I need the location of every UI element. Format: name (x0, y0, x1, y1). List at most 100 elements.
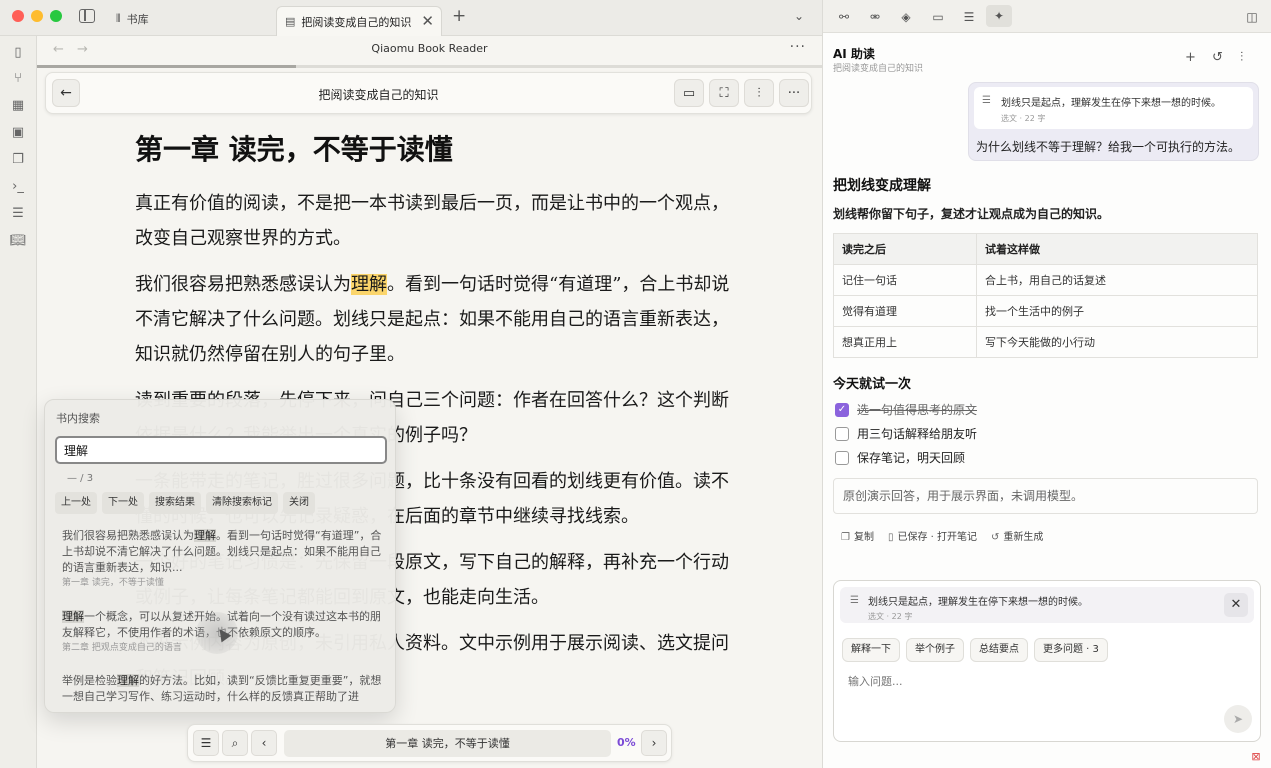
tab-close-icon[interactable]: ✕ (421, 13, 434, 29)
link-icon[interactable]: ⚯ (835, 8, 853, 26)
list-icon[interactable]: ☰ (10, 205, 26, 221)
quote-text: 划线只是起点，理解发生在停下来想一想的时候。 (1001, 98, 1221, 109)
table-cell: 合上书，用自己的话复述 (976, 264, 1258, 296)
refresh-icon: ↺ (991, 532, 1000, 543)
list-icon[interactable]: ☰ (960, 8, 978, 26)
document-icon[interactable]: ▯ (10, 44, 26, 60)
copy-button[interactable]: ❐ 复制 (841, 528, 874, 543)
remove-quote-button[interactable]: ✕ (1224, 593, 1248, 617)
ai-panel-title: AI 助读 (833, 47, 875, 61)
open-note-button[interactable]: ▯ 已保存 · 打开笔记 (888, 528, 977, 543)
copy-icon[interactable]: ❐ (10, 151, 26, 167)
close-window-button[interactable] (12, 10, 24, 22)
result-text: 举例是检验 (62, 674, 117, 687)
error-badge-icon[interactable]: ⊠ (1247, 750, 1265, 764)
more-options-icon[interactable]: ··· (779, 79, 809, 107)
chat-composer: ☰ 划线只是起点，理解发生在停下来想一想的时候。 选文 · 22 字 ✕ 解释一… (833, 580, 1261, 742)
quote-icon: ☰ (850, 595, 859, 606)
search-highlight[interactable]: 理解 (351, 274, 387, 295)
result-hit: 理解 (194, 529, 216, 542)
current-chapter[interactable]: 第一章 读完，不等于读懂 (284, 730, 611, 757)
answer-table: 读完之后 试着这样做 记住一句话 合上书，用自己的话复述 觉得有道理 找一个生活… (833, 233, 1258, 358)
question-input[interactable] (848, 675, 1208, 688)
result-hit: 理解 (117, 674, 139, 687)
close-search-button[interactable]: 关闭 (283, 492, 315, 514)
open-book-icon[interactable]: 📖︎ (10, 232, 27, 248)
checkbox[interactable] (835, 426, 849, 441)
search-result-item[interactable]: 举例是检验理解的好方法。比如，读到“反馈比重复更重要”，就想一想自己学习写作、练… (62, 673, 382, 705)
saved-label: 已保存 · 打开笔记 (897, 532, 978, 543)
search-icon[interactable]: ⌕ (222, 730, 248, 756)
answer-lead: 划线帮你留下句子，复述才让观点成为自己的知识。 (833, 207, 1110, 221)
clear-search-marks-button[interactable]: 清除搜索标记 (206, 492, 278, 514)
calendar-icon[interactable]: ▣ (10, 124, 26, 140)
search-prev-button[interactable]: 上一处 (55, 492, 97, 514)
unlink-icon[interactable]: ⚮ (866, 8, 884, 26)
tag-icon[interactable]: ◈ (897, 8, 915, 26)
composer-quote-meta: 选文 · 22 字 (868, 612, 913, 621)
table-cell: 写下今天能做的小行动 (976, 326, 1258, 358)
magic-wand-icon[interactable]: ✦ (986, 5, 1012, 27)
zoom-window-button[interactable] (50, 10, 62, 22)
terminal-icon[interactable]: ›_ (10, 178, 26, 194)
quote-meta: 选文 · 22 字 (1001, 114, 1046, 123)
chip-example[interactable]: 举个例子 (906, 638, 964, 662)
new-tab-button[interactable]: + (452, 6, 466, 26)
ai-panel-toolbar: ⚯ ⚮ ◈ ▭ ☰ ✦ ◫ (823, 0, 1271, 33)
reader-toolbar: ← 把阅读变成自己的知识 ▭ ⛶ ⫶ ··· (45, 72, 812, 114)
checkbox-checked[interactable]: ✓ (835, 402, 849, 417)
tab-book[interactable]: ▤ 把阅读变成自己的知识 ✕ (276, 6, 442, 36)
chip-summary[interactable]: 总结要点 (970, 638, 1028, 662)
quick-prompt-chips: 解释一下 举个例子 总结要点 更多问题 · 3 (842, 638, 1108, 662)
sidebar-toggle-icon[interactable] (79, 9, 95, 23)
fullscreen-icon[interactable]: ⛶ (709, 79, 739, 107)
note-icon: ▯ (887, 532, 894, 543)
branch-icon[interactable]: ⑂ (10, 70, 26, 86)
todo-item[interactable]: 用三句话解释给朋友听 (835, 425, 977, 442)
table-of-contents-icon[interactable]: ☰ (193, 730, 219, 756)
search-result-item[interactable]: 我们很容易把熟悉感误认为理解。看到一句话时觉得“有道理”，合上书却说不清它解决了… (62, 528, 382, 590)
next-chapter-button[interactable]: › (641, 730, 667, 756)
table-header: 试着这样做 (976, 233, 1258, 265)
todo-label: 选一句值得思考的原文 (857, 403, 978, 417)
panel-toggle-icon[interactable]: ◫ (1243, 8, 1261, 26)
reading-mode-icon[interactable]: ▭ (674, 79, 704, 107)
more-icon[interactable]: ··· (790, 39, 806, 55)
user-question: 为什么划线不等于理解？给我一个可执行的方法。 (976, 140, 1241, 154)
chip-explain[interactable]: 解释一下 (842, 638, 900, 662)
send-icon[interactable]: ➤ (1224, 705, 1252, 733)
history-icon[interactable]: ↺ (1212, 50, 1223, 65)
search-results-button[interactable]: 搜索结果 (149, 492, 201, 514)
chip-more-questions[interactable]: 更多问题 · 3 (1034, 638, 1108, 662)
tab-library[interactable]: ⫴ 书库 (114, 5, 264, 32)
chapter-title: 第一章 读完，不等于读懂 (135, 133, 453, 166)
prev-chapter-button[interactable]: ‹ (251, 730, 277, 756)
todo-label: 保存笔记，明天回顾 (857, 451, 966, 465)
tab-library-label: 书库 (126, 12, 149, 26)
title-bar: ⫴ 书库 ▤ 把阅读变成自己的知识 ✕ + ⌄ (0, 0, 822, 36)
todo-item[interactable]: ✓ 选一句值得思考的原文 (835, 401, 977, 418)
search-next-button[interactable]: 下一处 (102, 492, 144, 514)
minimize-window-button[interactable] (31, 10, 43, 22)
table-row: 想真正用上 写下今天能做的小行动 (833, 326, 1258, 358)
result-hit: 理解 (62, 610, 84, 623)
checkbox[interactable] (835, 450, 849, 465)
progress-percent: 0% (617, 736, 636, 749)
new-chat-button[interactable]: + (1185, 50, 1196, 65)
ai-panel: ⚯ ⚮ ◈ ▭ ☰ ✦ ◫ AI 助读 把阅读变成自己的知识 + ↺ ⫶ ☰ 划… (822, 0, 1271, 768)
in-book-search-popover: 书内搜索 — / 3 上一处 下一处 搜索结果 清除搜索标记 关闭 我们很容易把… (44, 399, 396, 713)
todo-heading: 今天就试一次 (833, 377, 912, 392)
app-title: Qiaomu Book Reader (371, 42, 488, 55)
answer-actions: ❐ 复制 ▯ 已保存 · 打开笔记 ↺ 重新生成 (841, 528, 1043, 543)
composer-quote: ☰ 划线只是起点，理解发生在停下来想一想的时候。 选文 · 22 字 ✕ (840, 587, 1254, 623)
regenerate-button[interactable]: ↺ 重新生成 (991, 528, 1043, 543)
result-text: 我们很容易把熟悉感误认为 (62, 529, 194, 542)
chevron-down-icon[interactable]: ⌄ (794, 9, 804, 23)
settings-sliders-icon[interactable]: ⫶ (744, 79, 774, 107)
table-cell: 找一个生活中的例子 (976, 295, 1258, 327)
archive-icon[interactable]: ▭ (929, 8, 947, 26)
todo-item[interactable]: 保存笔记，明天回顾 (835, 449, 965, 466)
grid-icon[interactable]: ▦ (10, 97, 26, 113)
search-input[interactable] (55, 436, 387, 464)
settings-sliders-icon[interactable]: ⫶ (1240, 50, 1243, 65)
